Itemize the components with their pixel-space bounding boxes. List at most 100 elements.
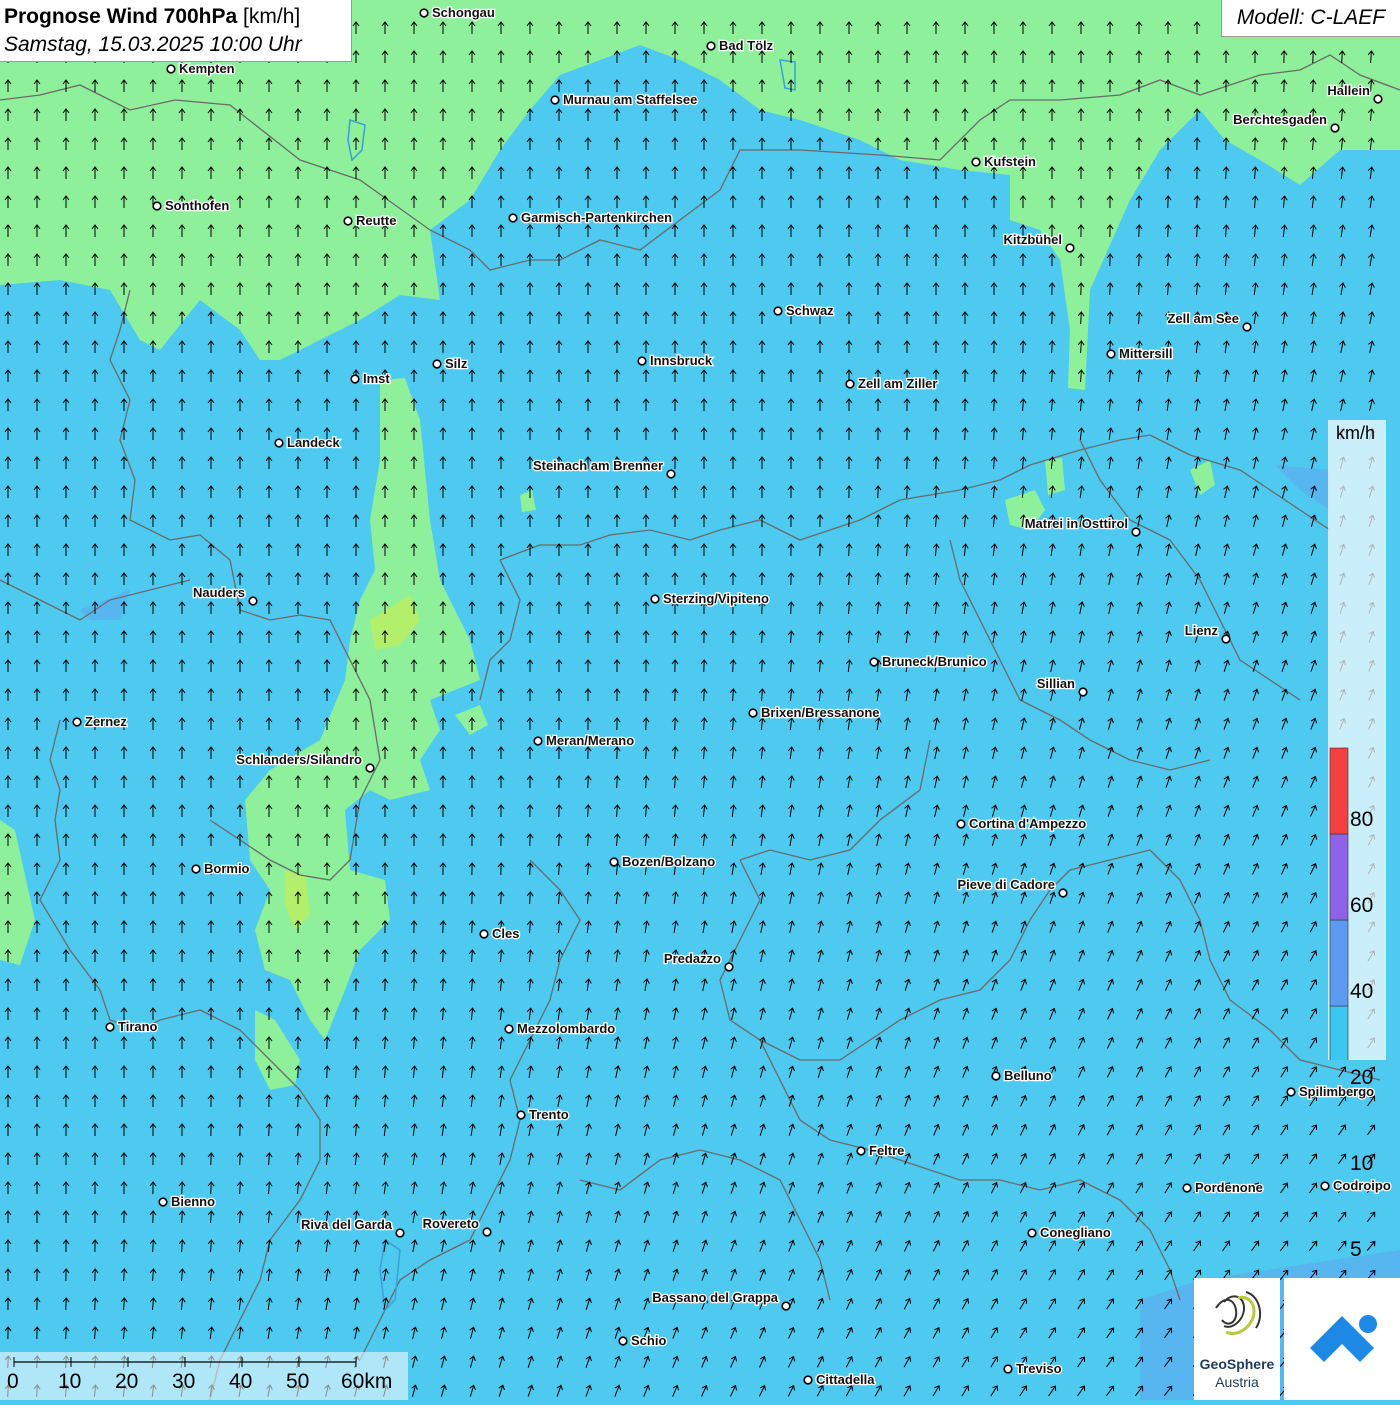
city-dot [1182,1183,1192,1193]
city-dot [609,857,619,867]
forecast-time: Samstag, 15.03.2025 10:00 Uhr [4,33,302,56]
scale-label-50: 50 [286,1370,310,1393]
city-label: Lienz [1185,623,1219,638]
city-dot [482,1227,492,1237]
city-marker[interactable]: Pordenone [1182,1179,1264,1196]
city-dot [166,64,176,74]
logo-text-geosphere: GeoSphere [1199,1356,1275,1372]
city-label: Imst [363,371,390,386]
city-marker[interactable]: Bruneck/Brunico [869,653,988,670]
app-logo-icon [1310,1315,1377,1362]
city-label: Cortina d'Ampezzo [969,816,1086,831]
geosphere-emblem-icon [1215,1291,1262,1335]
app-logo[interactable] [1284,1278,1400,1400]
city-marker[interactable]: Cortina d'Ampezzo [956,815,1088,832]
city-dot [550,95,560,105]
city-dot [971,157,981,167]
city-label: Landeck [287,435,341,450]
city-marker[interactable]: Mezzolombardo [504,1020,617,1037]
legend-swatch-40 [1329,919,1349,1007]
legend-label-5: 5 [1350,1238,1362,1261]
city-dot [781,1301,791,1311]
city-dot [1320,1181,1330,1191]
scale-label-10: 10 [58,1370,82,1393]
city-marker[interactable]: Schongau [419,4,496,21]
legend-label-80: 80 [1350,808,1374,831]
city-label: Hallein [1327,83,1370,98]
city-marker[interactable]: Zell am Ziller [845,375,939,392]
city-dot [1065,243,1075,253]
city-marker[interactable]: Bozen/Bolzano [609,853,717,870]
city-dot [72,717,82,727]
city-dot [1286,1087,1296,1097]
city-dot [395,1228,405,1238]
city-label: Rovereto [423,1216,479,1231]
city-dot [650,594,660,604]
city-marker[interactable]: Garmisch-Partenkirchen [508,209,673,226]
city-dot [105,1022,115,1032]
city-label: Schwaz [786,303,834,318]
city-dot [1078,687,1088,697]
legend-label-40: 40 [1350,980,1374,1003]
city-label: Schlanders/Silandro [236,752,362,767]
city-label: Kitzbühel [1004,232,1063,247]
city-marker[interactable]: Brixen/Bressanone [748,704,881,721]
city-dot [1003,1364,1013,1374]
city-marker[interactable]: Sonthofen [152,197,231,214]
city-label: Cles [492,926,519,941]
city-dot [856,1146,866,1156]
city-label: Nauders [193,585,245,600]
city-dot [248,596,258,606]
city-label: Zernez [85,714,127,729]
map-title: Prognose Wind 700hPa [km/h] [4,3,351,31]
legend-swatch-20 [1329,1005,1349,1060]
city-label: Matrei in Osttirol [1025,516,1128,531]
city-label: Reutte [356,213,396,228]
city-label: Predazzo [664,951,721,966]
city-label: Kempten [179,61,235,76]
city-dot [618,1336,628,1346]
city-label: Conegliano [1040,1225,1111,1240]
city-dot [724,962,734,972]
city-label: Berchtesgaden [1233,112,1327,127]
geosphere-logo[interactable]: GeoSphere Austria [1194,1278,1280,1400]
scale-bar: 0 10 20 30 40 50 60km [0,1352,408,1400]
city-dot [191,864,201,874]
city-dot [158,1197,168,1207]
scale-label-20: 20 [115,1370,139,1393]
city-dot [504,1024,514,1034]
city-marker[interactable]: Meran/Merano [533,732,635,749]
city-dot [1330,123,1340,133]
city-label: Schio [631,1333,666,1348]
city-label: Schongau [432,5,495,20]
city-label: Tirano [118,1019,158,1034]
city-dot [508,213,518,223]
city-dot [274,438,284,448]
city-label: Kufstein [984,154,1036,169]
city-label: Bormio [204,861,250,876]
city-dot [706,41,716,51]
city-label: Belluno [1004,1068,1052,1083]
city-marker[interactable]: Murnau am Staffelsee [550,91,699,108]
city-label: Silz [445,356,468,371]
scale-label-0: 0 [7,1370,19,1393]
city-dot [845,379,855,389]
city-dot [350,374,360,384]
city-marker[interactable]: Conegliano [1027,1224,1112,1241]
color-legend: km/h 051020406080 [1328,420,1386,1347]
city-label: Sillian [1037,676,1075,691]
city-label: Feltre [869,1143,904,1158]
city-dot [869,657,879,667]
city-dot [1131,527,1141,537]
wind-map[interactable]: Schongau Bad Tölz Kempten Murnau am Staffel… [0,0,1400,1400]
city-dot [637,356,647,366]
city-label: Pieve di Cadore [957,877,1055,892]
city-label: Zell am See [1167,311,1239,326]
city-label: Mezzolombardo [517,1021,615,1036]
city-label: Garmisch-Partenkirchen [521,210,672,225]
city-marker[interactable]: Innsbruck [637,352,714,369]
city-marker[interactable]: Sterzing/Vipiteno [650,590,770,607]
city-dot [956,819,966,829]
city-dot [1058,888,1068,898]
model-label: Modell: C-LAEF [1221,0,1400,37]
